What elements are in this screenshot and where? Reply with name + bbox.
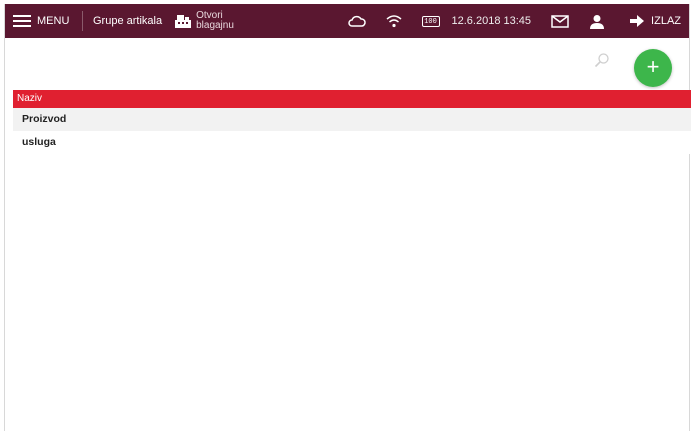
- add-button[interactable]: +: [634, 49, 672, 87]
- user-icon[interactable]: [589, 14, 605, 29]
- menu-button[interactable]: MENU: [5, 4, 82, 38]
- battery-icon: 100: [421, 15, 440, 27]
- open-register-button[interactable]: Otvori blagajnu: [174, 11, 234, 31]
- search-input[interactable]: [9, 42, 619, 80]
- exit-label: IZLAZ: [651, 15, 681, 27]
- battery-level: 100: [421, 15, 440, 27]
- cloud-sync-icon[interactable]: [347, 14, 366, 28]
- table-header-naziv[interactable]: Naziv: [13, 90, 691, 108]
- status-area: 100 12.6.2018 13:45 IZLAZ: [338, 14, 689, 29]
- cash-register-icon: [175, 15, 192, 28]
- table-row[interactable]: Proizvod: [13, 108, 691, 131]
- datetime: 12.6.2018 13:45: [451, 15, 532, 27]
- page-title: Grupe artikala: [93, 15, 163, 27]
- hamburger-icon: [13, 15, 31, 27]
- mail-icon[interactable]: [551, 14, 569, 28]
- menu-label: MENU: [37, 15, 70, 27]
- search-icon[interactable]: [594, 52, 610, 68]
- app-window: MENU Grupe artikala Otvori blagajnu 100 …: [4, 4, 691, 431]
- wifi-icon: [386, 14, 402, 28]
- exit-button[interactable]: IZLAZ: [629, 15, 681, 27]
- open-register-line2: blagajnu: [196, 20, 234, 31]
- top-bar: MENU Grupe artikala Otvori blagajnu 100 …: [5, 4, 689, 38]
- arrow-right-icon: [630, 15, 645, 27]
- table-row[interactable]: usluga: [13, 131, 691, 154]
